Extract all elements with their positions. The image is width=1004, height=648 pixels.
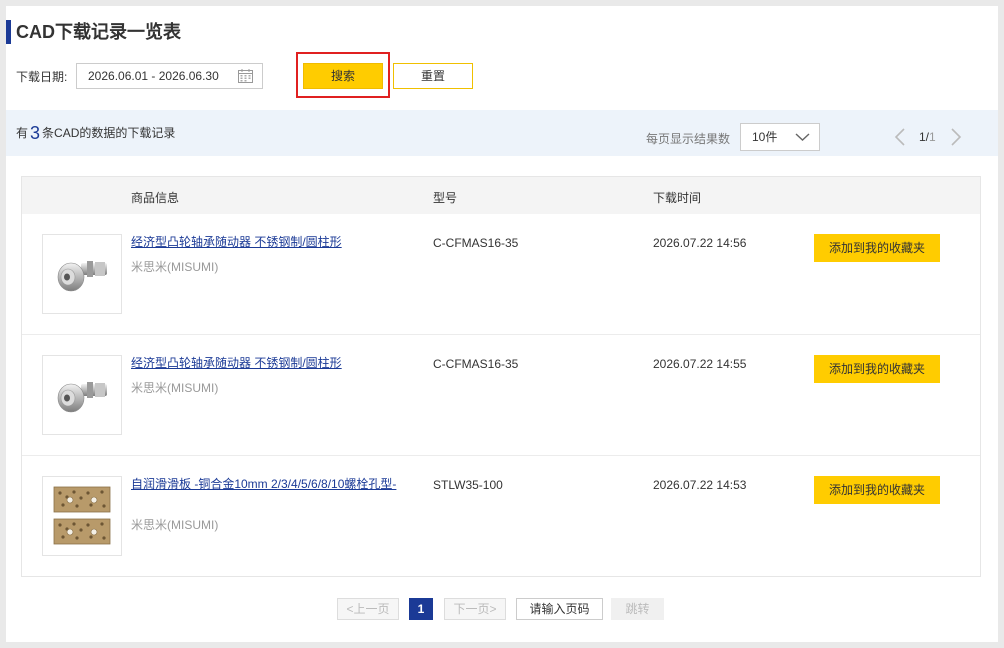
header-model: 型号 xyxy=(433,191,458,205)
add-to-favorites-button[interactable]: 添加到我的收藏夹 xyxy=(814,234,940,262)
product-model: C-CFMAS16-35 xyxy=(433,236,519,250)
date-range-input[interactable]: 2026.06.01 - 2026.06.30 xyxy=(76,63,263,89)
page-next-icon[interactable] xyxy=(950,127,962,147)
pager-prev-button[interactable]: <上一页 xyxy=(337,598,399,620)
results-count: 有 3 条CAD的数据的下载记录 xyxy=(16,123,175,143)
pager-go-button[interactable]: 跳转 xyxy=(611,598,664,620)
pager-current-page[interactable]: 1 xyxy=(409,598,433,620)
header-product: 商品信息 xyxy=(131,191,180,205)
slide-plate-image xyxy=(53,486,111,545)
page-prev-icon[interactable] xyxy=(894,127,906,147)
product-thumbnail[interactable] xyxy=(42,476,122,556)
search-button[interactable]: 搜索 xyxy=(303,63,383,89)
page-total: 1 xyxy=(929,130,936,144)
product-thumbnail[interactable] xyxy=(42,234,122,314)
page-indicator: 1/1 xyxy=(919,130,936,144)
table-header: 商品信息 型号 下载时间 xyxy=(22,177,980,214)
results-count-number: 3 xyxy=(30,123,41,143)
page-number-input[interactable] xyxy=(516,598,603,620)
header-time: 下载时间 xyxy=(653,191,702,205)
results-info-bar: 有 3 条CAD的数据的下载记录 每页显示结果数 10件 1/1 xyxy=(6,110,998,156)
table-row: 经济型凸轮轴承随动器 不锈钢制/圆柱形 米思米(MISUMI) C-CFMAS1… xyxy=(22,214,980,335)
results-count-suffix: 条CAD的数据的下载记录 xyxy=(42,126,176,140)
product-model: STLW35-100 xyxy=(433,478,503,492)
download-time: 2026.07.22 14:55 xyxy=(653,357,747,371)
product-name-link[interactable]: 经济型凸轮轴承随动器 不锈钢制/圆柱形 xyxy=(131,234,421,250)
date-label: 下载日期: xyxy=(16,70,68,84)
reset-button[interactable]: 重置 xyxy=(393,63,473,89)
product-brand: 米思米(MISUMI) xyxy=(131,518,219,532)
product-name-link[interactable]: 自润滑滑板 -铜合金10mm 2/3/4/5/6/8/10螺栓孔型- xyxy=(131,476,421,492)
product-name-link[interactable]: 经济型凸轮轴承随动器 不锈钢制/圆柱形 xyxy=(131,355,421,371)
chevron-down-icon xyxy=(795,133,810,141)
download-time: 2026.07.22 14:53 xyxy=(653,478,747,492)
per-page-select[interactable]: 10件 xyxy=(740,123,820,151)
pager-next-button[interactable]: 下一页> xyxy=(444,598,506,620)
page-current: 1/ xyxy=(919,130,930,144)
download-time: 2026.07.22 14:56 xyxy=(653,236,747,250)
cad-download-panel: CAD下载记录一览表 下载日期: 2026.06.01 - 2026.06.30… xyxy=(6,6,998,642)
calendar-icon[interactable] xyxy=(238,69,253,83)
product-model: C-CFMAS16-35 xyxy=(433,357,519,371)
table-row: 自润滑滑板 -铜合金10mm 2/3/4/5/6/8/10螺栓孔型- 米思米(M… xyxy=(22,456,980,577)
table-row: 经济型凸轮轴承随动器 不锈钢制/圆柱形 米思米(MISUMI) C-CFMAS1… xyxy=(22,335,980,456)
results-count-prefix: 有 xyxy=(16,126,29,140)
product-thumbnail[interactable] xyxy=(42,355,122,435)
product-brand: 米思米(MISUMI) xyxy=(131,260,219,274)
cam-follower-image xyxy=(57,261,107,292)
date-range-value: 2026.06.01 - 2026.06.30 xyxy=(88,69,219,83)
add-to-favorites-button[interactable]: 添加到我的收藏夹 xyxy=(814,476,940,504)
download-records-table: 商品信息 型号 下载时间 经济型凸轮轴承随动器 不锈钢制/圆柱形 米思米(MIS… xyxy=(21,176,981,577)
add-to-favorites-button[interactable]: 添加到我的收藏夹 xyxy=(814,355,940,383)
product-brand: 米思米(MISUMI) xyxy=(131,381,219,395)
cam-follower-image xyxy=(57,382,107,413)
per-page-label: 每页显示结果数 xyxy=(646,132,731,146)
page-title: CAD下载记录一览表 xyxy=(6,20,181,44)
per-page-value: 10件 xyxy=(752,130,778,144)
